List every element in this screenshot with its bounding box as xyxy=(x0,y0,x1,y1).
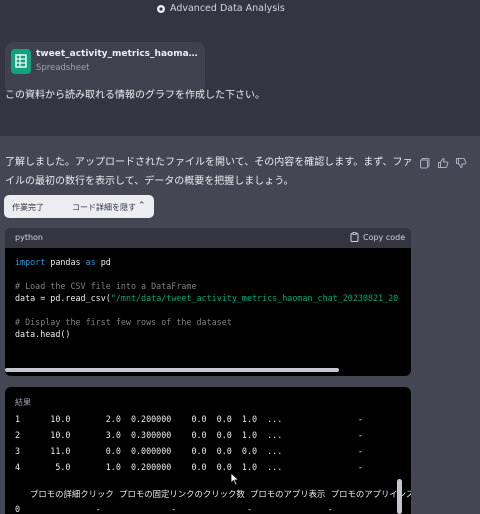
code-token: pd xyxy=(95,257,111,267)
thumbs-up-icon[interactable] xyxy=(437,154,449,168)
copy-code-label: Copy code xyxy=(363,232,406,242)
code-comment: # Display the first few rows of the data… xyxy=(15,317,232,327)
hide-code-toggle[interactable]: コード詳細を隠す xyxy=(72,202,136,213)
code-status-pill[interactable]: 作業完了 コード詳細を隠す ⌃ xyxy=(4,195,154,218)
code-body: import pandas as pd # Load the CSV file … xyxy=(15,256,398,340)
result-row: 1 10.0 2.0 0.200000 0.0 0.0 1.0 ... - xyxy=(15,414,363,424)
result-row: 0 - - - - xyxy=(15,504,333,514)
code-token: pandas xyxy=(45,257,86,267)
model-title: Advanced Data Analysis xyxy=(156,3,285,14)
code-token: import xyxy=(15,257,46,267)
assistant-line-1: 了解しました。アップロードされたファイルを開いて、その内容を確認します。まず、フ… xyxy=(5,157,413,168)
assistant-line-2: イルの最初の数行を表示して、データの概要を把握しましょう。 xyxy=(5,176,294,187)
status-done-label: 作業完了 xyxy=(12,203,44,212)
thumbs-down-icon[interactable] xyxy=(455,154,467,169)
mouse-cursor-icon xyxy=(230,472,240,486)
clipboard-icon xyxy=(350,232,359,242)
spark-icon xyxy=(157,4,165,13)
copy-code-button[interactable]: Copy code xyxy=(350,232,405,242)
assistant-message-block: 了解しました。アップロードされたファイルを開いて、その内容を確認します。まず、フ… xyxy=(0,136,480,514)
model-title-text: Advanced Data Analysis xyxy=(170,3,285,14)
top-bar: Advanced Data Analysis xyxy=(0,0,480,18)
code-horizontal-scrollbar[interactable] xyxy=(5,368,339,372)
code-token: data = pd.read_csv( xyxy=(15,293,111,303)
result-column-headers: プロモの詳細クリック プロモの固定リンクのクリック数 プロモのアプリ表示 プロモ… xyxy=(30,489,411,499)
code-header: python Copy code xyxy=(5,228,411,248)
attachment-file-type: Spreadsheet xyxy=(36,63,90,73)
code-string: "/mnt/data/tweet_activity_metrics_haoman… xyxy=(110,293,399,303)
assistant-message-text: 了解しました。アップロードされたファイルを開いて、その内容を確認します。まず、フ… xyxy=(5,153,415,191)
code-comment: # Load the CSV file into a DataFrame xyxy=(15,281,197,291)
attachment-file-name: tweet_activity_metrics_haoman_chat_2023… xyxy=(36,49,204,59)
user-message-text: この資料から読み取れる情報のグラフを作成した下さい。 xyxy=(5,90,265,101)
result-row: 2 10.0 3.0 0.300000 0.0 0.0 1.0 ... - xyxy=(15,430,363,440)
chevron-up-icon: ⌃ xyxy=(138,201,146,211)
result-row: 4 5.0 1.0 0.200000 0.0 0.0 1.0 ... - xyxy=(15,462,363,472)
code-block: python Copy code import pandas as pd # L… xyxy=(5,228,411,376)
copy-icon[interactable] xyxy=(419,154,431,169)
result-label: 結果 xyxy=(15,398,31,407)
spreadsheet-icon xyxy=(11,49,31,74)
code-token: as xyxy=(85,257,96,267)
code-language-label: python xyxy=(15,233,43,242)
code-token: data.head() xyxy=(15,329,71,339)
result-vertical-scrollbar[interactable] xyxy=(397,479,402,514)
result-row: 3 11.0 0.0 0.000000 0.0 0.0 0.0 ... - xyxy=(15,446,363,456)
result-block: 結果 1 10.0 2.0 0.200000 0.0 0.0 1.0 ... -… xyxy=(5,387,411,514)
user-message-block: tweet_activity_metrics_haoman_chat_2023…… xyxy=(0,18,480,136)
message-actions xyxy=(419,154,467,169)
